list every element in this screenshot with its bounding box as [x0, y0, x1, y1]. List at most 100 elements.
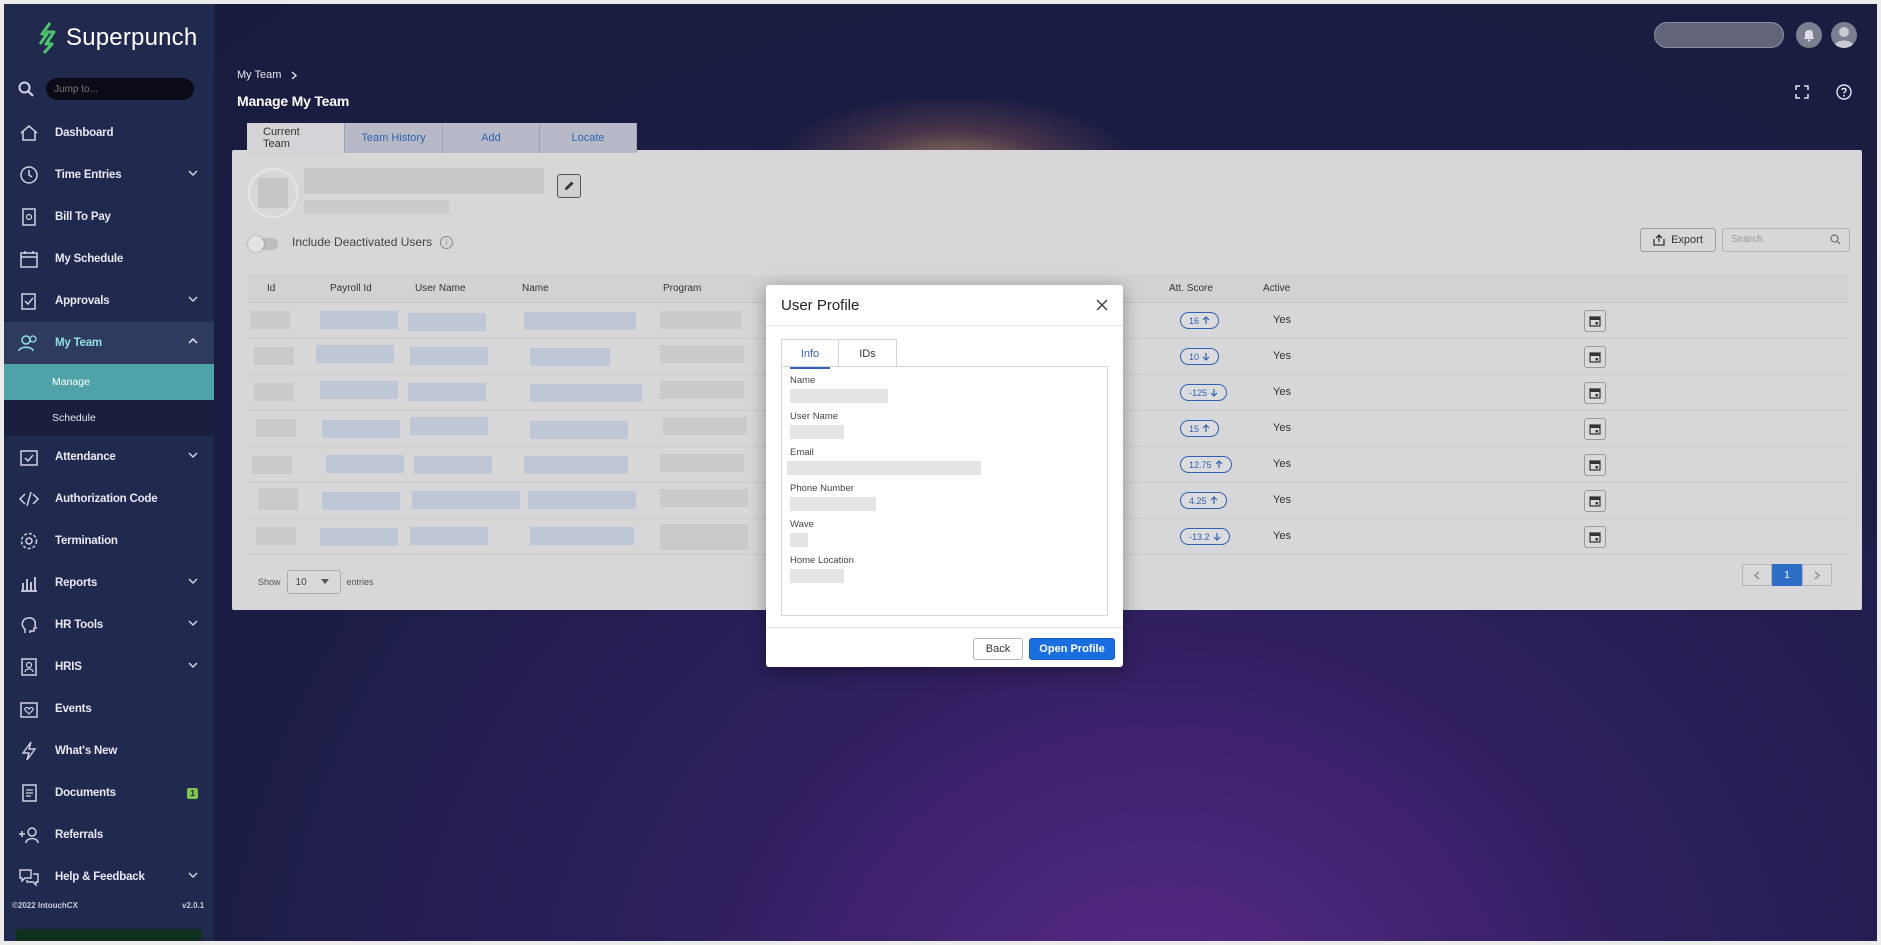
team-icon: [18, 332, 40, 354]
sidebar-item-help-feedback[interactable]: Help & Feedback: [4, 856, 214, 898]
sidebar: Superpunch Dashboard Time Entries Bill T…: [4, 4, 214, 941]
field-user-name: User Name: [790, 411, 844, 439]
redacted-value: [790, 389, 888, 403]
field-label: Home Location: [790, 555, 854, 566]
hris-icon: [18, 656, 40, 678]
field-label: Name: [790, 375, 816, 386]
chevron-down-icon: [188, 872, 198, 879]
events-icon: [18, 698, 40, 720]
chart-icon: [18, 572, 40, 594]
home-icon: [18, 122, 40, 144]
gear-icon: [18, 530, 40, 552]
sidebar-item-approvals[interactable]: Approvals: [4, 280, 214, 322]
modal-header: User Profile: [766, 285, 1123, 326]
sidebar-item-label: Dashboard: [55, 127, 114, 139]
search-icon[interactable]: [18, 81, 34, 97]
sidebar-item-label: Authorization Code: [55, 493, 158, 505]
logo-mark-icon: [38, 22, 56, 54]
sidebar-item-events[interactable]: Events: [4, 688, 214, 730]
documents-count-badge: 1: [187, 788, 198, 799]
open-profile-button[interactable]: Open Profile: [1029, 638, 1115, 660]
chevron-up-icon: [188, 337, 198, 344]
sidebar-item-label: Events: [55, 703, 92, 715]
redacted-value: [790, 497, 876, 511]
field-name: Name: [790, 375, 888, 403]
sidebar-item-my-schedule[interactable]: My Schedule: [4, 238, 214, 280]
document-icon: [18, 782, 40, 804]
sidebar-item-label: HRIS: [55, 661, 82, 673]
sidebar-item-label: Referrals: [55, 829, 104, 841]
field-label: User Name: [790, 411, 839, 422]
modal-tabs: Info IDs: [781, 339, 897, 369]
tab-info[interactable]: Info: [781, 339, 839, 369]
sidebar-item-label: Reports: [55, 577, 98, 589]
jump-row: [18, 78, 194, 100]
sidebar-subitem-label: Schedule: [52, 412, 96, 424]
field-label: Phone Number: [790, 483, 854, 494]
tab-ids[interactable]: IDs: [839, 339, 897, 367]
sidebar-item-authorization-code[interactable]: Authorization Code: [4, 478, 214, 520]
referral-icon: [18, 824, 40, 846]
field-email: Email: [787, 447, 981, 475]
sidebar-item-attendance[interactable]: Attendance: [4, 436, 214, 478]
head-icon: [18, 614, 40, 636]
sidebar-item-label: HR Tools: [55, 619, 104, 631]
chevron-down-icon: [188, 620, 198, 627]
close-icon[interactable]: [1095, 298, 1109, 312]
chevron-down-icon: [188, 452, 198, 459]
sidebar-bottom-widget[interactable]: [16, 929, 202, 941]
modal-info-panel: Name User Name Email Phone Number Wave H…: [781, 366, 1108, 616]
version-text: v2.0.1: [182, 901, 205, 910]
sidebar-item-dashboard[interactable]: Dashboard: [4, 112, 214, 154]
redacted-value: [787, 461, 981, 475]
brand-name: Superpunch: [66, 24, 198, 51]
app-window: Superpunch Dashboard Time Entries Bill T…: [4, 4, 1877, 941]
modal-title: User Profile: [781, 297, 860, 314]
field-home-location: Home Location: [790, 555, 854, 583]
field-phone-number: Phone Number: [790, 483, 876, 511]
sidebar-item-referrals[interactable]: Referrals: [4, 814, 214, 856]
sidebar-nav: Dashboard Time Entries Bill To Pay My Sc…: [4, 112, 214, 898]
sidebar-item-label: Approvals: [55, 295, 110, 307]
chevron-down-icon: [188, 578, 198, 585]
sidebar-item-bill-to-pay[interactable]: Bill To Pay: [4, 196, 214, 238]
sidebar-item-label: Termination: [55, 535, 118, 547]
chevron-down-icon: [188, 662, 198, 669]
sidebar-item-label: What's New: [55, 745, 118, 757]
chat-icon: [18, 866, 40, 888]
sidebar-item-my-team[interactable]: My Team: [4, 322, 214, 364]
chevron-down-icon: [188, 296, 198, 303]
clock-icon: [18, 164, 40, 186]
sidebar-item-documents[interactable]: Documents 1: [4, 772, 214, 814]
sidebar-item-hr-tools[interactable]: HR Tools: [4, 604, 214, 646]
user-profile-modal: User Profile Info IDs Name User Name Ema…: [766, 285, 1123, 667]
sidebar-item-label: Documents: [55, 787, 116, 799]
field-wave: Wave: [790, 519, 814, 547]
bolt-icon: [18, 740, 40, 762]
jump-to-input[interactable]: [46, 78, 194, 100]
sidebar-item-label: Help & Feedback: [55, 871, 145, 883]
code-icon: [18, 488, 40, 510]
copyright-text: ©2022 IntouchCX: [12, 901, 78, 910]
logo[interactable]: Superpunch: [36, 22, 197, 54]
redacted-value: [790, 569, 844, 583]
chevron-down-icon: [188, 170, 198, 177]
calendar-icon: [18, 248, 40, 270]
sidebar-item-label: Time Entries: [55, 169, 122, 181]
sidebar-item-label: My Schedule: [55, 253, 124, 265]
sidebar-item-time-entries[interactable]: Time Entries: [4, 154, 214, 196]
sidebar-item-label: Bill To Pay: [55, 211, 111, 223]
sidebar-item-termination[interactable]: Termination: [4, 520, 214, 562]
sidebar-subitem-manage[interactable]: Manage: [4, 364, 214, 400]
sidebar-item-label: Attendance: [55, 451, 116, 463]
field-label: Wave: [790, 519, 814, 530]
sidebar-subitem-schedule[interactable]: Schedule: [4, 400, 214, 436]
attendance-icon: [18, 446, 40, 468]
back-button[interactable]: Back: [973, 638, 1023, 660]
sidebar-item-hris[interactable]: HRIS: [4, 646, 214, 688]
sidebar-item-whats-new[interactable]: What's New: [4, 730, 214, 772]
field-label: Email: [790, 447, 814, 458]
sidebar-subitem-label: Manage: [52, 376, 90, 388]
sidebar-item-reports[interactable]: Reports: [4, 562, 214, 604]
approval-icon: [18, 290, 40, 312]
